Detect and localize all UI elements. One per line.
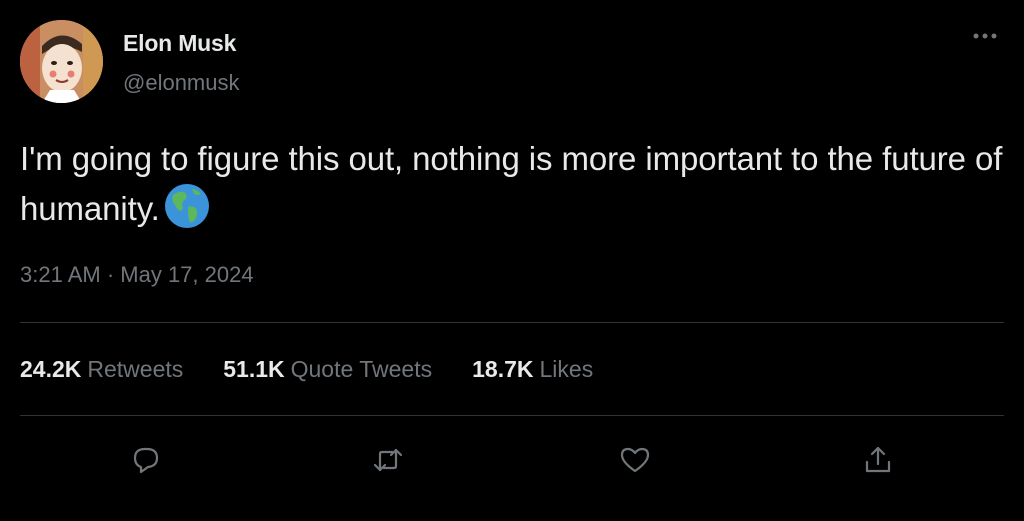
share-icon <box>865 446 891 473</box>
user-handle[interactable]: @elonmusk <box>123 70 240 96</box>
like-icon <box>620 447 650 473</box>
engagement-stats: 24.2K Retweets 51.1K Quote Tweets 18.7K Lik… <box>20 356 593 383</box>
retweet-button[interactable] <box>368 440 408 480</box>
share-button[interactable] <box>858 440 898 480</box>
retweets-count: 24.2K <box>20 356 82 382</box>
quote-tweets-count: 51.1K <box>223 356 285 382</box>
quote-tweets-label: Quote Tweets <box>290 356 433 382</box>
action-bar <box>0 440 1024 480</box>
retweets-stat[interactable]: 24.2K Retweets <box>20 356 183 383</box>
avatar[interactable] <box>20 20 103 103</box>
reply-button[interactable] <box>126 440 166 480</box>
like-button[interactable] <box>615 440 655 480</box>
reply-icon <box>133 447 159 474</box>
display-name[interactable]: Elon Musk <box>123 30 236 57</box>
tweet-card: Elon Musk @elonmusk I'm going to figure … <box>0 0 1024 521</box>
retweet-icon <box>373 448 403 472</box>
divider <box>20 415 1004 416</box>
divider <box>20 322 1004 323</box>
tweet-timestamp[interactable]: 3:21 AM · May 17, 2024 <box>20 262 254 288</box>
likes-count: 18.7K <box>472 356 534 382</box>
likes-label: Likes <box>539 356 594 382</box>
more-options-button[interactable] <box>970 26 1000 46</box>
more-icon <box>973 33 997 39</box>
retweets-label: Retweets <box>87 356 184 382</box>
globe-americas-icon <box>164 183 210 229</box>
tweet-text: I'm going to figure this out, nothing is… <box>20 134 1010 233</box>
likes-stat[interactable]: 18.7K Likes <box>472 356 593 383</box>
quote-tweets-stat[interactable]: 51.1K Quote Tweets <box>223 356 432 383</box>
